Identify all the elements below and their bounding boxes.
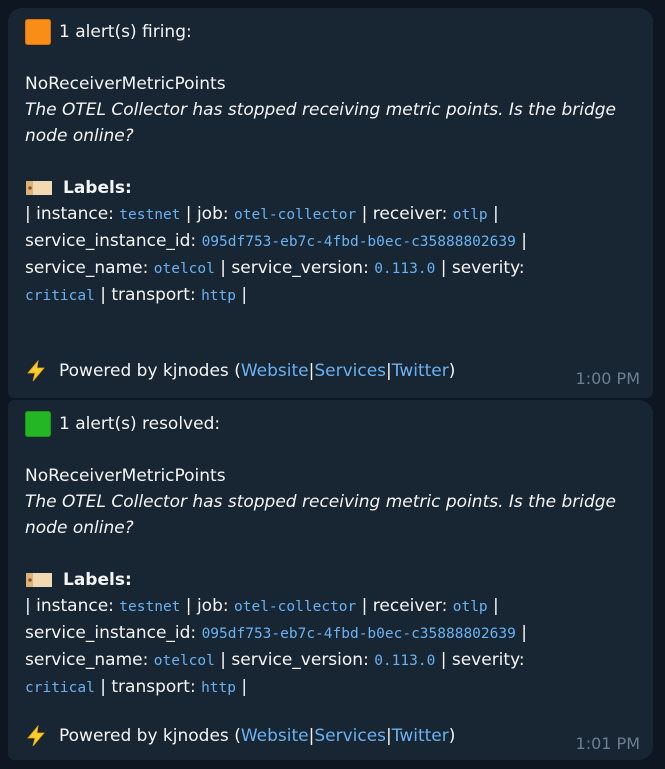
twitter-link[interactable]: Twitter bbox=[392, 723, 449, 749]
label-value[interactable]: 0.113.0 bbox=[374, 261, 435, 277]
label-key: receiver: bbox=[372, 596, 448, 616]
website-link[interactable]: Website bbox=[241, 723, 309, 749]
orange-square-icon bbox=[25, 19, 51, 45]
label-key: service_name: bbox=[25, 258, 149, 278]
services-link[interactable]: Services bbox=[314, 358, 386, 384]
powered-by-close: ) bbox=[448, 361, 456, 381]
alert-header: 1 alert(s) resolved: bbox=[25, 411, 636, 437]
label-value[interactable]: critical bbox=[25, 680, 95, 696]
label-key: transport: bbox=[111, 677, 196, 697]
labels-title: Labels: bbox=[63, 570, 132, 590]
alert-name: NoReceiverMetricPoints bbox=[25, 466, 226, 486]
label-value[interactable]: testnet bbox=[119, 599, 180, 615]
label-key: service_version: bbox=[231, 650, 369, 670]
lightning-bolt-icon bbox=[27, 725, 45, 747]
chat-view: 1 alert(s) firing: NoReceiverMetricPoint… bbox=[0, 0, 665, 769]
label-value[interactable]: otlp bbox=[453, 599, 488, 615]
website-link[interactable]: Website bbox=[241, 358, 309, 384]
label-value[interactable]: otlp bbox=[453, 207, 488, 223]
powered-by-text: Powered by kjnodes ( bbox=[59, 361, 241, 381]
labels-list: | instance: testnet | job: otel-collecto… bbox=[25, 596, 527, 697]
powered-by-text: Powered by kjnodes ( bbox=[59, 726, 241, 746]
label-value[interactable]: 095df753-eb7c-4fbd-b0ec-c35888802639 bbox=[202, 234, 516, 250]
powered-by-footer: Powered by kjnodes (Website | Services | Twi… bbox=[25, 358, 455, 384]
label-key: service_instance_id: bbox=[25, 231, 197, 251]
label-key: instance: bbox=[36, 596, 114, 616]
alert-description: The OTEL Collector has stopped receiving… bbox=[25, 100, 617, 146]
alert-header: 1 alert(s) firing: bbox=[25, 19, 636, 45]
label-value[interactable]: testnet bbox=[119, 207, 180, 223]
label-value[interactable]: otelcol bbox=[154, 653, 215, 669]
label-value[interactable]: otelcol bbox=[154, 261, 215, 277]
label-value[interactable]: http bbox=[201, 680, 236, 696]
label-value[interactable]: 0.113.0 bbox=[374, 653, 435, 669]
services-link[interactable]: Services bbox=[314, 723, 386, 749]
message-timestamp: 1:01 PM bbox=[575, 734, 640, 753]
label-value[interactable]: http bbox=[201, 288, 236, 304]
alert-description: The OTEL Collector has stopped receiving… bbox=[25, 492, 617, 538]
label-tag-icon bbox=[26, 181, 52, 195]
label-key: job: bbox=[196, 596, 229, 616]
label-key: instance: bbox=[36, 204, 114, 224]
label-value[interactable]: 095df753-eb7c-4fbd-b0ec-c35888802639 bbox=[202, 626, 516, 642]
label-key: service_name: bbox=[25, 650, 149, 670]
label-key: service_instance_id: bbox=[25, 623, 197, 643]
labels-title-row: Labels: bbox=[25, 175, 636, 201]
alert-header-text: 1 alert(s) resolved: bbox=[59, 414, 221, 434]
labels-list: | instance: testnet | job: otel-collecto… bbox=[25, 204, 527, 305]
label-tag-icon bbox=[26, 573, 52, 587]
message-bubble-resolved[interactable]: 1 alert(s) resolved: NoReceiverMetricPoi… bbox=[8, 400, 653, 760]
message-bubble-firing[interactable]: 1 alert(s) firing: NoReceiverMetricPoint… bbox=[8, 8, 653, 398]
label-key: service_version: bbox=[231, 258, 369, 278]
powered-by-close: ) bbox=[448, 726, 456, 746]
alert-header-text: 1 alert(s) firing: bbox=[59, 22, 192, 42]
label-value[interactable]: critical bbox=[25, 288, 95, 304]
powered-by-footer: Powered by kjnodes (Website | Services | Twi… bbox=[25, 723, 455, 749]
label-key: transport: bbox=[111, 285, 196, 305]
bubble-tail bbox=[8, 737, 22, 751]
alert-name: NoReceiverMetricPoints bbox=[25, 74, 226, 94]
label-key: receiver: bbox=[372, 204, 448, 224]
label-value[interactable]: otel-collector bbox=[234, 599, 356, 615]
label-value[interactable]: otel-collector bbox=[234, 207, 356, 223]
labels-title: Labels: bbox=[63, 178, 132, 198]
lightning-bolt-icon bbox=[27, 360, 45, 382]
labels-title-row: Labels: bbox=[25, 567, 636, 593]
green-square-icon bbox=[25, 411, 51, 437]
label-key: severity: bbox=[451, 258, 525, 278]
message-timestamp: 1:00 PM bbox=[575, 369, 640, 388]
label-key: job: bbox=[196, 204, 229, 224]
label-key: severity: bbox=[451, 650, 525, 670]
twitter-link[interactable]: Twitter bbox=[392, 358, 449, 384]
